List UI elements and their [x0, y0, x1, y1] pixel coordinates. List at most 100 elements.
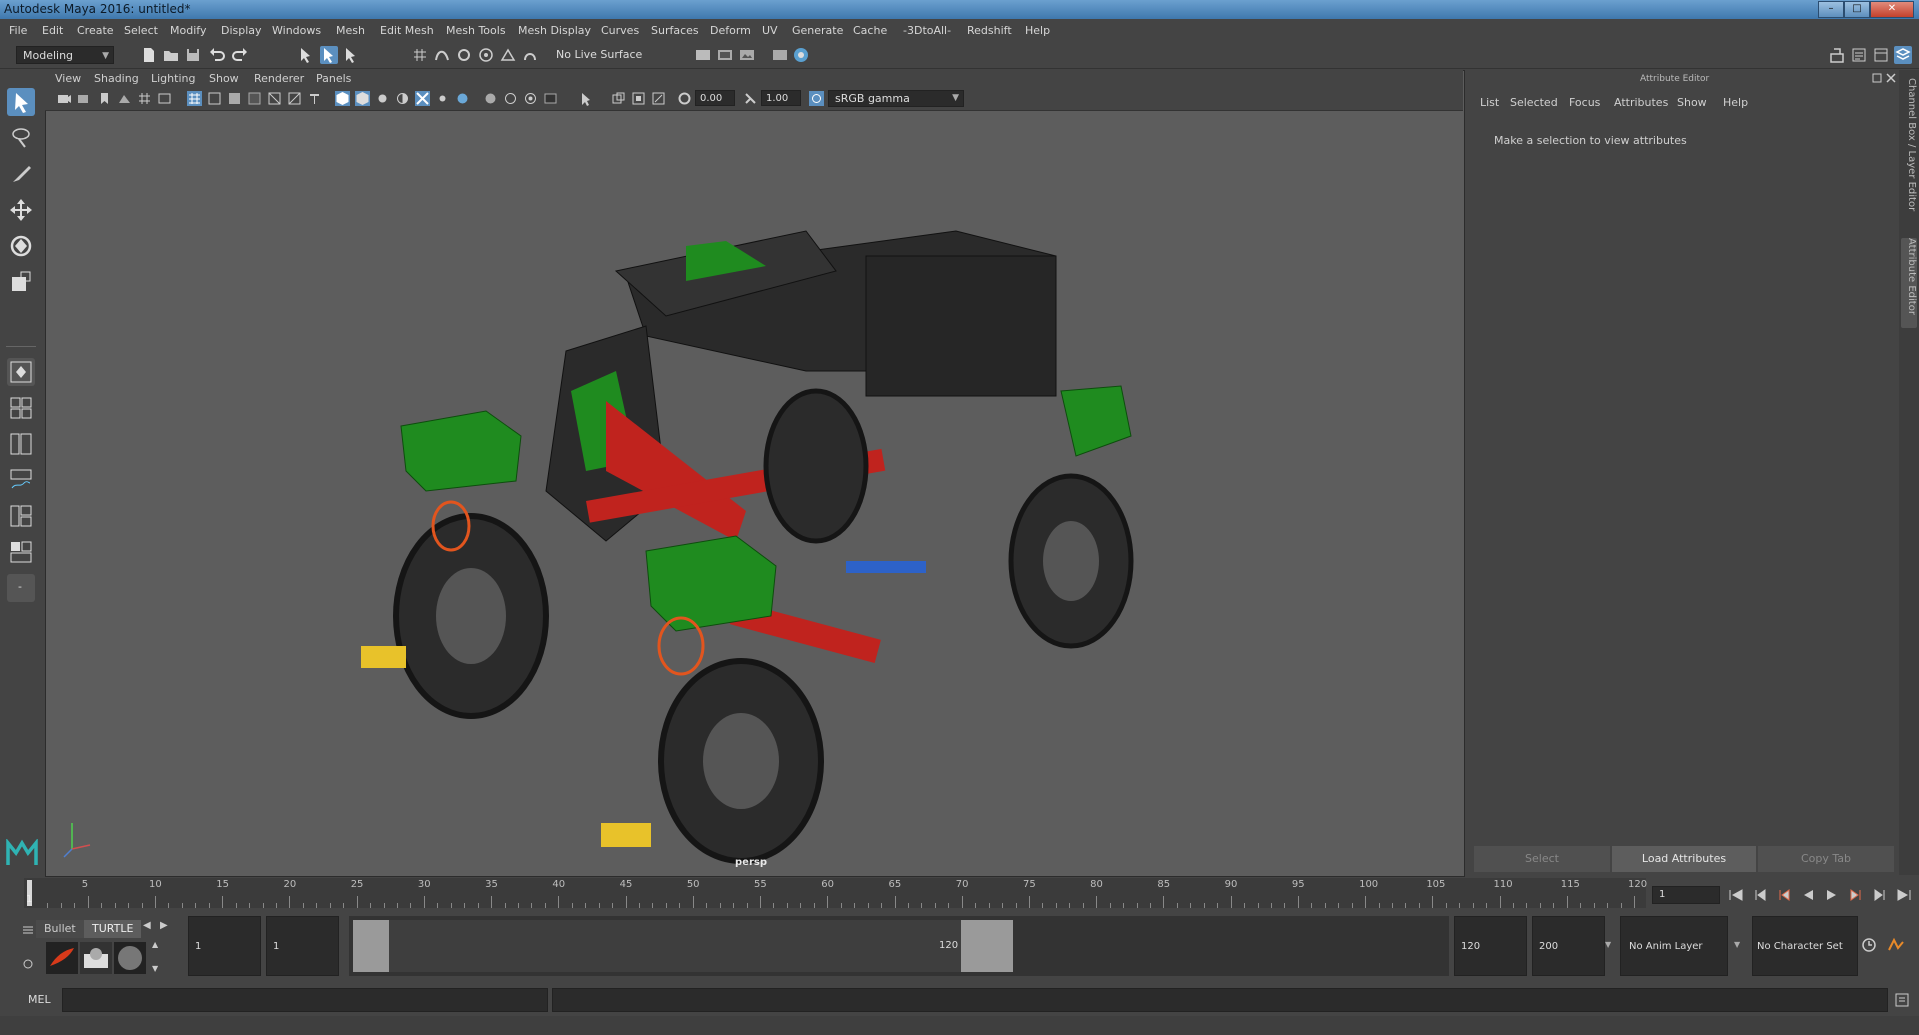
select-tool[interactable] — [7, 88, 35, 116]
menu-display[interactable]: Display — [221, 24, 262, 37]
end-time-field[interactable]: 200 — [1532, 916, 1605, 976]
start-time-field[interactable]: 1 — [188, 916, 261, 976]
shelf-scroll-right-icon[interactable]: ▶ — [160, 920, 168, 931]
save-scene-icon[interactable] — [184, 46, 202, 64]
menu-edit[interactable]: Edit — [42, 24, 63, 37]
playback-end-field[interactable]: 120 — [1454, 916, 1527, 976]
lights-icon[interactable] — [307, 91, 322, 106]
render-settings-icon[interactable] — [738, 46, 756, 64]
bookmark-icon[interactable] — [97, 91, 112, 106]
screen-space-ao-icon[interactable] — [523, 91, 538, 106]
color-management-icon[interactable] — [809, 91, 824, 106]
float-panel-icon[interactable] — [1872, 73, 1882, 83]
snap-projected-icon[interactable] — [477, 46, 495, 64]
step-forward-icon[interactable] — [1872, 887, 1888, 903]
viewport-menu-renderer[interactable]: Renderer — [254, 72, 304, 85]
menu-redshift[interactable]: Redshift — [967, 24, 1012, 37]
menu-deform[interactable]: Deform — [710, 24, 751, 37]
gamma-field[interactable]: 1.00 — [761, 90, 801, 106]
exposure-icon[interactable] — [677, 91, 692, 106]
layout-persp-node[interactable] — [7, 538, 35, 566]
menu-cache[interactable]: Cache — [853, 24, 887, 37]
layout-collapse[interactable]: - — [7, 574, 35, 602]
menu-file[interactable]: File — [9, 24, 27, 37]
script-editor-icon[interactable] — [1894, 992, 1910, 1008]
ae-menu-show[interactable]: Show — [1677, 96, 1707, 109]
snap-grid-icon[interactable] — [411, 46, 429, 64]
menu-edit-mesh[interactable]: Edit Mesh — [380, 24, 434, 37]
ae-menu-list[interactable]: List — [1480, 96, 1499, 109]
viewport-menu-lighting[interactable]: Lighting — [151, 72, 195, 85]
motion-blur-icon[interactable] — [435, 91, 450, 106]
move-tool[interactable] — [7, 196, 35, 224]
ae-load-attributes-button[interactable]: Load Attributes — [1612, 846, 1756, 872]
layout-single-perspective[interactable] — [7, 358, 35, 386]
menu-curves[interactable]: Curves — [601, 24, 639, 37]
ambient-occlusion-icon[interactable] — [415, 91, 430, 106]
rotate-tool[interactable] — [7, 232, 35, 260]
close-button[interactable]: ✕ — [1870, 1, 1914, 18]
viewport-menu-panels[interactable]: Panels — [316, 72, 351, 85]
field-chart-icon[interactable] — [631, 91, 646, 106]
xray-icon[interactable] — [267, 91, 282, 106]
antialiasing-icon[interactable] — [455, 91, 470, 106]
attribute-editor-toggle-icon[interactable] — [1850, 46, 1868, 64]
shelf-settings-icon[interactable] — [22, 958, 34, 970]
layout-persp-graph[interactable] — [7, 466, 35, 494]
auto-key-icon[interactable] — [1860, 936, 1878, 954]
menu-surfaces[interactable]: Surfaces — [651, 24, 699, 37]
current-frame-field[interactable]: 1 — [1652, 886, 1720, 904]
redo-icon[interactable] — [231, 46, 249, 64]
character-set-dropdown[interactable]: No Character Set — [1752, 916, 1858, 976]
default-material-icon[interactable] — [247, 91, 262, 106]
scale-tool[interactable] — [7, 268, 35, 296]
hud-icon[interactable] — [543, 91, 558, 106]
play-forward-icon[interactable] — [1824, 887, 1840, 903]
layout-persp-outliner[interactable] — [7, 430, 35, 458]
film-gate-icon[interactable] — [157, 91, 172, 106]
minimize-button[interactable]: – — [1818, 1, 1844, 18]
hypershade-icon[interactable] — [771, 46, 789, 64]
scene-model-tractor[interactable] — [46, 71, 1464, 876]
play-backward-icon[interactable] — [1800, 887, 1816, 903]
gamma-icon[interactable] — [743, 91, 758, 106]
step-back-icon[interactable] — [1752, 887, 1768, 903]
ae-menu-focus[interactable]: Focus — [1569, 96, 1600, 109]
wireframe-icon[interactable] — [187, 91, 202, 106]
snap-point-icon[interactable] — [455, 46, 473, 64]
select-object-icon[interactable] — [320, 46, 338, 64]
lasso-tool[interactable] — [7, 124, 35, 152]
channel-box-toggle-icon[interactable] — [1894, 46, 1912, 64]
maximize-button[interactable]: □ — [1844, 1, 1870, 18]
playback-start-field[interactable]: 1 — [266, 916, 339, 976]
go-to-start-icon[interactable] — [1728, 887, 1744, 903]
command-language-label[interactable]: MEL — [28, 993, 51, 1006]
camera-icon[interactable] — [57, 91, 72, 106]
make-live-icon[interactable] — [521, 46, 539, 64]
menu-3dtoall[interactable]: -3DtoAll- — [903, 24, 951, 37]
menuset-dropdown[interactable]: Modeling ▼ — [16, 46, 114, 64]
menu-mesh[interactable]: Mesh — [336, 24, 365, 37]
shaded-wire-icon[interactable] — [227, 91, 242, 106]
tab-channel-box[interactable]: Channel Box / Layer Editor — [1901, 78, 1917, 228]
shelf-tab-bullet[interactable]: Bullet — [36, 920, 84, 938]
shelf-scroll-stepper[interactable]: ▲ ▼ — [152, 940, 164, 976]
anim-layer-chevron-icon[interactable]: ▼ — [1605, 940, 1611, 949]
viewport-menu-shading[interactable]: Shading — [94, 72, 139, 85]
tool-settings-toggle-icon[interactable] — [1872, 46, 1890, 64]
viewport-panel[interactable]: persp — [45, 70, 1465, 877]
command-input[interactable] — [62, 988, 548, 1012]
ae-menu-attributes[interactable]: Attributes — [1614, 96, 1668, 109]
menu-modify[interactable]: Modify — [170, 24, 206, 37]
menu-mesh-display[interactable]: Mesh Display — [518, 24, 591, 37]
snap-view-plane-icon[interactable] — [499, 46, 517, 64]
isolate-select-icon[interactable] — [483, 91, 498, 106]
render-view-icon[interactable] — [792, 46, 810, 64]
camera-attributes-icon[interactable] — [77, 91, 92, 106]
open-scene-icon[interactable] — [162, 46, 180, 64]
turtle-surface-shelf-button[interactable] — [114, 942, 146, 974]
menu-windows[interactable]: Windows — [272, 24, 321, 37]
menu-select[interactable]: Select — [124, 24, 158, 37]
ae-copy-tab-button[interactable]: Copy Tab — [1758, 846, 1894, 872]
tab-attribute-editor[interactable]: Attribute Editor — [1901, 238, 1917, 328]
